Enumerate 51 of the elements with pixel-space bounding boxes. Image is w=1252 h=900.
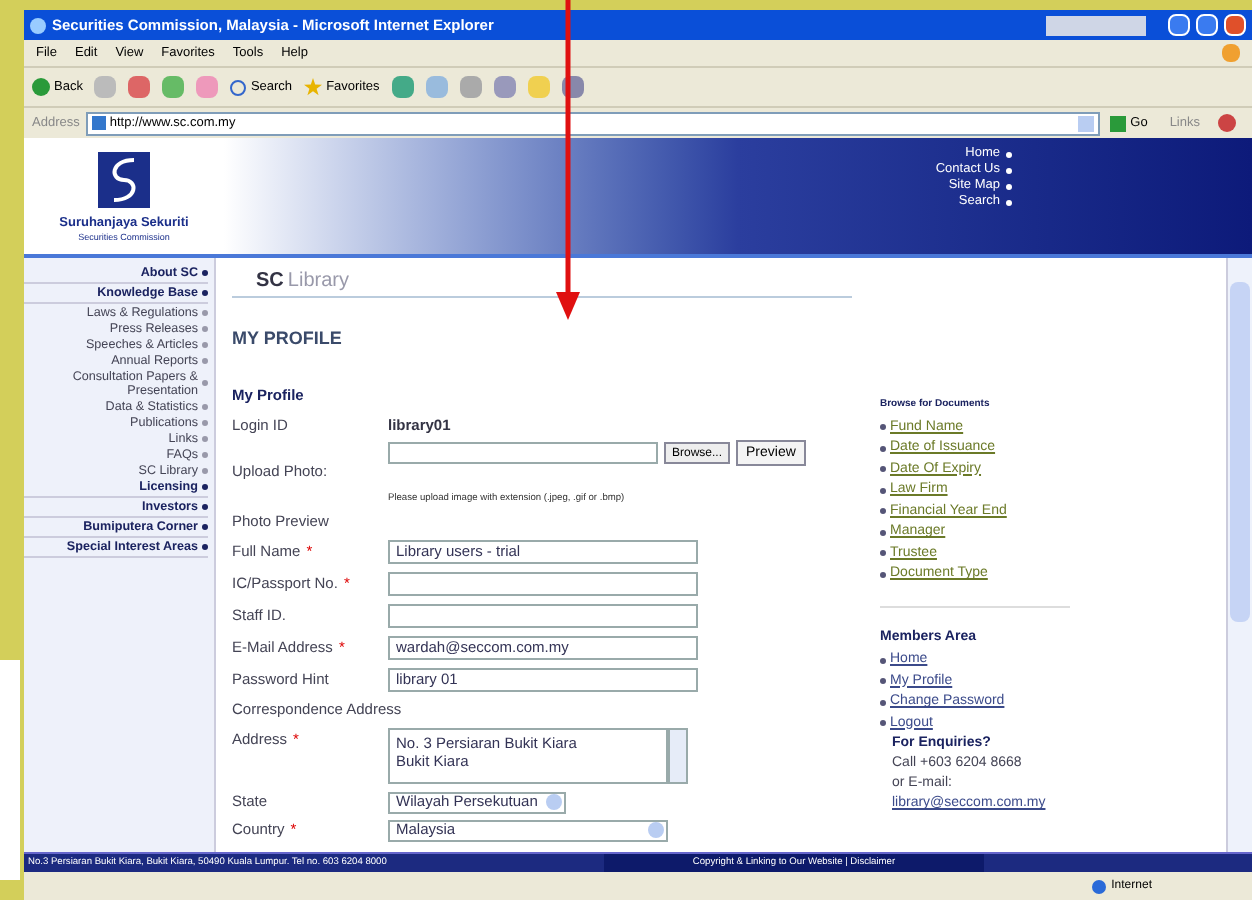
bullet-icon [202, 544, 208, 550]
page-icon [91, 116, 106, 130]
page-title: MY PROFILE [232, 326, 342, 353]
bullet-icon [202, 380, 208, 386]
bullet-icon [1006, 183, 1012, 189]
logo-icon [98, 151, 150, 207]
bullet-icon [202, 403, 208, 409]
star-icon [304, 78, 323, 96]
caret-icon [648, 822, 664, 838]
bullet-icon [880, 529, 886, 536]
bullet-icon [202, 451, 208, 457]
bullet-icon [880, 678, 886, 685]
bullet-icon [880, 550, 886, 557]
bullet-icon [202, 504, 208, 510]
bullet-icon [880, 508, 886, 515]
bullet-icon [202, 524, 208, 530]
search-icon [230, 79, 247, 95]
brand-title: SC [256, 268, 284, 296]
ie-icon [30, 17, 46, 33]
bullet-icon [880, 720, 886, 727]
text-input-field[interactable] [388, 572, 698, 596]
bullet-icon [202, 309, 208, 315]
bullet-icon [202, 341, 208, 347]
bullet-icon [202, 290, 208, 296]
bullet-icon [880, 466, 886, 473]
globe-icon [1091, 879, 1106, 893]
bullet-icon [202, 325, 208, 331]
bullet-icon [1006, 199, 1012, 205]
caret-icon [545, 794, 562, 810]
text-input-field[interactable] [388, 604, 698, 628]
close-icon[interactable] [1224, 14, 1246, 36]
brand-subtitle: Library [287, 268, 349, 296]
bullet-icon [1006, 167, 1012, 173]
file-input-field[interactable] [388, 442, 658, 464]
maximize-icon[interactable] [1196, 14, 1218, 36]
bullet-icon [1006, 151, 1012, 157]
back-icon [32, 78, 50, 96]
bullet-icon [202, 435, 208, 441]
caret-icon [1078, 115, 1095, 131]
bullet-icon [202, 484, 208, 490]
bullet-icon [880, 657, 886, 664]
bullet-icon [880, 445, 886, 452]
bullet-icon [880, 699, 886, 706]
minimize-icon[interactable] [1168, 14, 1190, 36]
bullet-icon [202, 357, 208, 363]
bullet-icon [880, 571, 886, 578]
bullet-icon [880, 487, 886, 494]
bullet-icon [202, 419, 208, 425]
bullet-icon [202, 467, 208, 473]
bullet-icon [880, 424, 886, 431]
bullet-icon [202, 270, 208, 276]
